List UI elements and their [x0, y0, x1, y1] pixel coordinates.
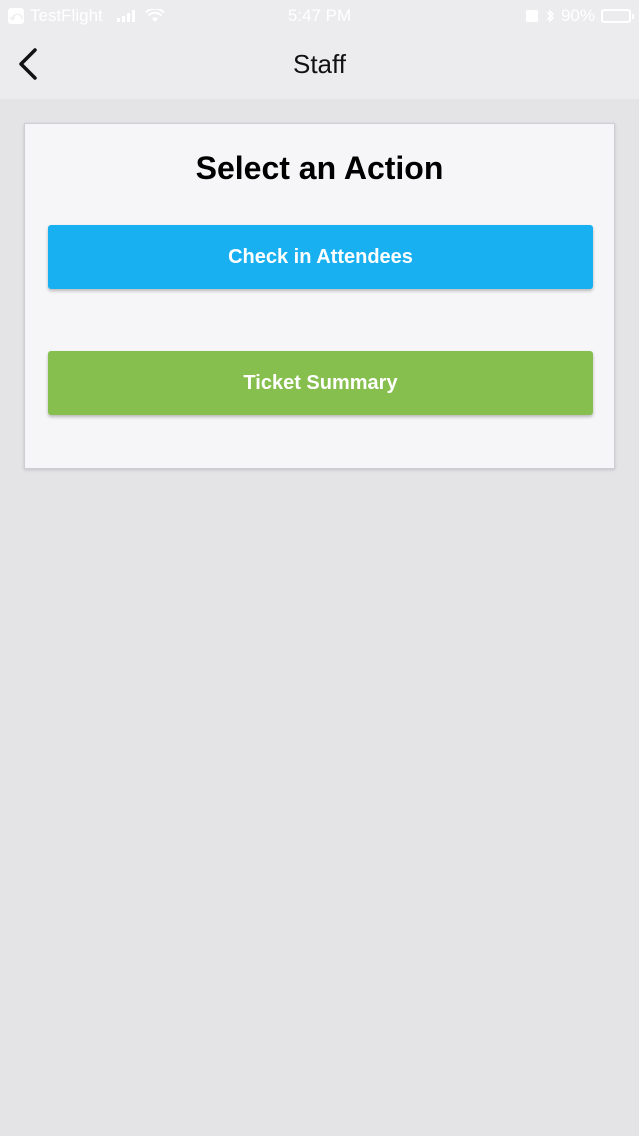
bluetooth-icon [546, 9, 555, 23]
ticket-summary-label: Ticket Summary [243, 371, 398, 394]
ticket-summary-button[interactable]: Ticket Summary [48, 351, 593, 415]
battery-percentage: 90% [560, 6, 595, 25]
card-title: Select an Action [195, 150, 444, 186]
orientation-lock-icon [525, 10, 538, 22]
page-title: Staff [292, 49, 346, 79]
check-in-attendees-label: Check in Attendees [228, 245, 413, 268]
battery-icon [601, 9, 634, 23]
status-bar-right: 90% [525, 6, 634, 26]
navigation-bar: Staff [0, 34, 639, 99]
action-card: Select an Action Check in Attendees Tick… [24, 123, 615, 469]
check-in-attendees-button[interactable]: Check in Attendees [48, 225, 593, 289]
status-bar: ⤺ TestFlight 5:47 PM 90% [0, 0, 639, 34]
